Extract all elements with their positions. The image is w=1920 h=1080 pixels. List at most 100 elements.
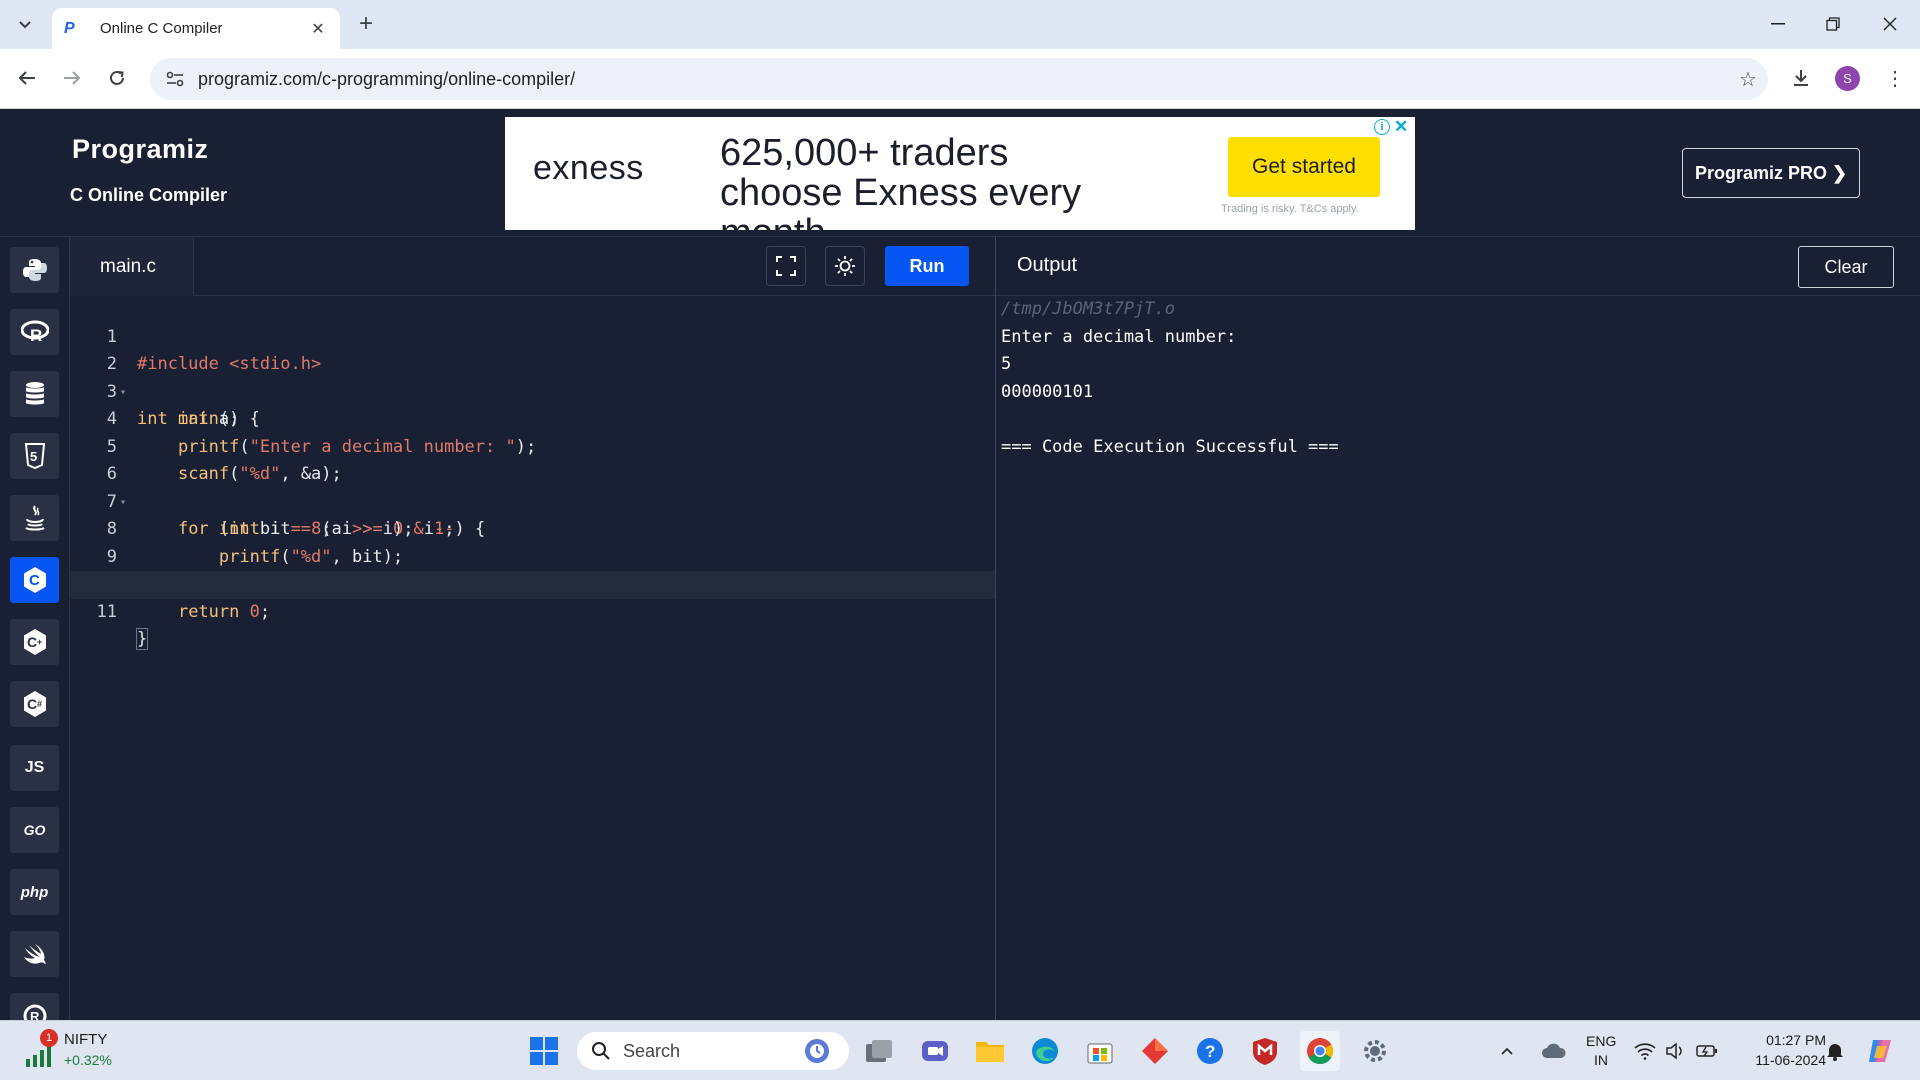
code-line[interactable]: 5 scanf("%d", &a); <box>70 406 995 485</box>
wifi-icon[interactable] <box>1630 1031 1660 1071</box>
csharp-lang-button[interactable]: C # <box>10 681 59 727</box>
ad-headline: 625,000+ traders choose Exness every mon… <box>720 132 1082 230</box>
java-lang-button[interactable] <box>10 495 59 541</box>
download-icon[interactable] <box>1784 61 1818 95</box>
kebab-menu-icon[interactable]: ⋮ <box>1880 63 1910 93</box>
c-lang-button[interactable]: C <box>10 557 59 603</box>
file-explorer-icon[interactable] <box>970 1031 1010 1071</box>
file-tab-main-c[interactable]: main.c <box>70 237 194 296</box>
code-line[interactable]: 6 ▾ for (int i = 8; i >= 0; i--) { <box>70 434 995 539</box>
code-line[interactable]: 4 printf("Enter a decimal number: "); <box>70 379 995 457</box>
search-icon <box>592 1042 610 1060</box>
svg-text:R: R <box>30 1009 40 1020</box>
code-editor[interactable]: 1 #include <stdio.h> 2 ▾ int main() { 3 … <box>70 296 995 1020</box>
help-icon[interactable]: ? <box>1190 1031 1230 1071</box>
settings-gear-icon[interactable] <box>1355 1031 1395 1071</box>
onedrive-cloud-icon[interactable] <box>1536 1031 1572 1071</box>
svg-text:R: R <box>30 326 42 344</box>
minimize-icon[interactable] <box>1758 8 1798 40</box>
sun-icon <box>835 256 855 276</box>
nifty-widget[interactable]: 1 NIFTY +0.32% <box>0 1021 140 1080</box>
mcafee-shield-icon[interactable] <box>1245 1031 1285 1071</box>
ad-info-icon[interactable]: i <box>1374 119 1390 135</box>
chrome-taskbar-icon[interactable] <box>1300 1031 1340 1071</box>
database-icon <box>25 382 44 405</box>
run-button[interactable]: Run <box>885 246 969 286</box>
close-window-icon[interactable] <box>1870 8 1910 40</box>
tab-search-chevron-icon[interactable] <box>8 9 42 41</box>
html-lang-button[interactable]: 5 <box>10 433 59 479</box>
programiz-logo[interactable]: Programiz <box>72 134 209 165</box>
restore-icon[interactable] <box>1813 8 1853 40</box>
code-text[interactable]: } <box>135 626 149 654</box>
output-line: 5 <box>1001 354 1012 374</box>
back-arrow-icon[interactable] <box>10 61 44 95</box>
tab-title: Online C Compiler <box>100 20 223 37</box>
programiz-pro-button[interactable]: Programiz PRO ❯ <box>1682 148 1860 198</box>
r-lang-button[interactable]: R <box>10 309 59 355</box>
browser-tab[interactable]: P Online C Compiler ✕ <box>52 8 340 49</box>
copilot-icon[interactable] <box>1860 1031 1900 1071</box>
svg-text:#: # <box>37 699 42 709</box>
javascript-lang-button[interactable]: JS <box>10 745 59 791</box>
app-red-diamond-icon[interactable] <box>1135 1031 1175 1071</box>
ad-banner[interactable]: exness 625,000+ traders choose Exness ev… <box>505 117 1415 230</box>
battery-icon[interactable] <box>1692 1031 1722 1071</box>
reload-icon[interactable] <box>100 61 134 95</box>
input-region[interactable]: IN <box>1586 1052 1616 1068</box>
new-tab-icon[interactable]: + <box>352 10 380 38</box>
python-icon <box>22 259 47 281</box>
cpp-lang-button[interactable]: C + <box>10 619 59 665</box>
chevron-up-icon[interactable] <box>1492 1031 1522 1071</box>
bookmark-star-icon[interactable]: ☆ <box>1728 67 1768 92</box>
taskbar-search-box[interactable]: Search <box>577 1032 849 1070</box>
task-view-icon[interactable] <box>860 1031 900 1071</box>
tab-close-icon[interactable]: ✕ <box>308 19 328 39</box>
input-language[interactable]: ENG <box>1586 1033 1616 1049</box>
clock-date[interactable]: 11-06-2024 <box>1740 1052 1826 1068</box>
ad-get-started-button[interactable]: Get started <box>1228 137 1380 197</box>
notification-bell-icon[interactable] <box>1820 1031 1850 1071</box>
code-line[interactable]: 8 printf("%d", bit); <box>70 489 995 567</box>
site-settings-icon[interactable] <box>154 58 196 100</box>
swift-lang-button[interactable] <box>10 931 59 977</box>
edge-browser-icon[interactable] <box>1025 1031 1065 1071</box>
windows-start-icon[interactable] <box>524 1031 564 1071</box>
clear-button[interactable]: Clear <box>1798 246 1894 288</box>
volume-icon[interactable] <box>1660 1031 1690 1071</box>
code-line[interactable]: 7 int bit = (a >> i) & 1; <box>70 461 995 540</box>
fullscreen-button[interactable] <box>766 246 806 286</box>
url-text[interactable]: programiz.com/c-programming/online-compi… <box>198 69 1728 90</box>
site-header: Programiz C Online Compiler exness 625,0… <box>0 110 1920 237</box>
ad-close-icon[interactable]: ✕ <box>1394 117 1408 137</box>
forward-arrow-icon[interactable] <box>55 61 89 95</box>
code-text[interactable]: return 0; <box>137 599 270 627</box>
teams-chat-icon[interactable] <box>915 1031 955 1071</box>
line-number: 11 <box>96 601 117 622</box>
language-sidebar: R 5 C C + C # JS GO php R <box>0 237 70 1020</box>
code-line[interactable]: 2 ▾ int main() { <box>70 324 995 429</box>
output-line: === Code Execution Successful === <box>1001 436 1339 457</box>
code-line[interactable]: 9 } <box>70 516 995 595</box>
profile-avatar[interactable]: S <box>1835 66 1860 91</box>
php-lang-button[interactable]: php <box>10 869 59 915</box>
go-lang-button[interactable]: GO <box>10 807 59 853</box>
ad-brand-logo: exness <box>533 149 644 187</box>
svg-text:C: C <box>27 634 37 650</box>
sql-lang-button[interactable] <box>10 371 59 417</box>
code-line[interactable]: 10 return 0; <box>70 544 995 622</box>
theme-toggle-button[interactable] <box>825 246 865 286</box>
clock-time[interactable]: 01:27 PM <box>1740 1032 1826 1048</box>
address-bar[interactable]: programiz.com/c-programming/online-compi… <box>150 58 1768 100</box>
output-console[interactable]: /tmp/JbOM3t7PjT.o Enter a decimal number… <box>996 296 1920 1020</box>
rust-lang-button[interactable]: R <box>10 993 59 1020</box>
output-line: Enter a decimal number: <box>1001 326 1237 347</box>
microsoft-store-icon[interactable] <box>1080 1031 1120 1071</box>
code-line-current[interactable]: 11 } <box>70 571 995 650</box>
python-lang-button[interactable] <box>10 247 59 293</box>
csharp-icon: C # <box>23 691 46 717</box>
output-path: /tmp/JbOM3t7PjT.o <box>1001 299 1175 319</box>
code-line[interactable]: 3 int a; <box>70 351 995 430</box>
editor-toolbar: main.c Run <box>70 237 995 296</box>
code-line[interactable]: 1 #include <stdio.h> <box>70 296 995 375</box>
